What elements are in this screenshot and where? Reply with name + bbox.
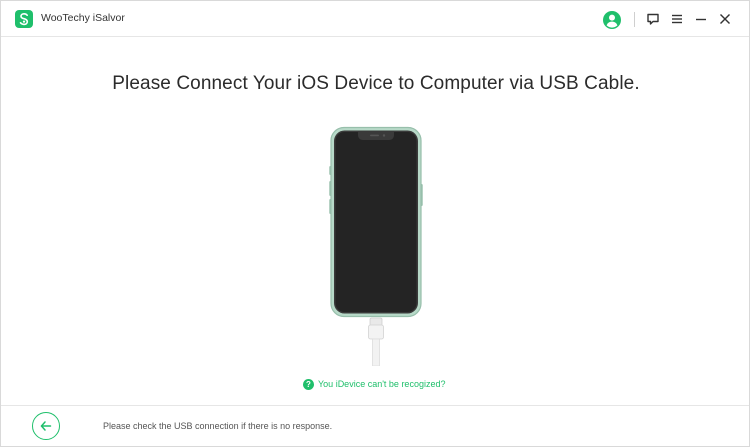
help-link-text: You iDevice can't be recogized? [318,379,446,389]
close-icon[interactable] [717,11,733,27]
title-bar: WooTechy iSalvor [1,1,749,37]
minimize-icon[interactable] [693,11,709,27]
back-button[interactable] [32,412,60,440]
user-account-icon[interactable] [602,10,622,30]
device-not-recognized-link[interactable]: ? You iDevice can't be recogized? [303,377,445,391]
question-icon: ? [303,378,314,390]
iphone-illustration [329,126,423,367]
wootechy-logo-icon [15,10,33,28]
footer-message: Please check the USB connection if there… [103,421,333,431]
app-title: WooTechy iSalvor [41,12,125,24]
footer-bar: Please check the USB connection if there… [1,405,749,446]
titlebar-divider [634,12,635,27]
feedback-icon[interactable] [645,11,661,27]
menu-icon[interactable] [669,11,685,27]
app-window: WooTechy iSalvor Please Connect Your iOS… [0,0,750,447]
page-title: Please Connect Your iOS Device to Comput… [112,73,640,94]
arrow-left-icon [40,421,52,431]
